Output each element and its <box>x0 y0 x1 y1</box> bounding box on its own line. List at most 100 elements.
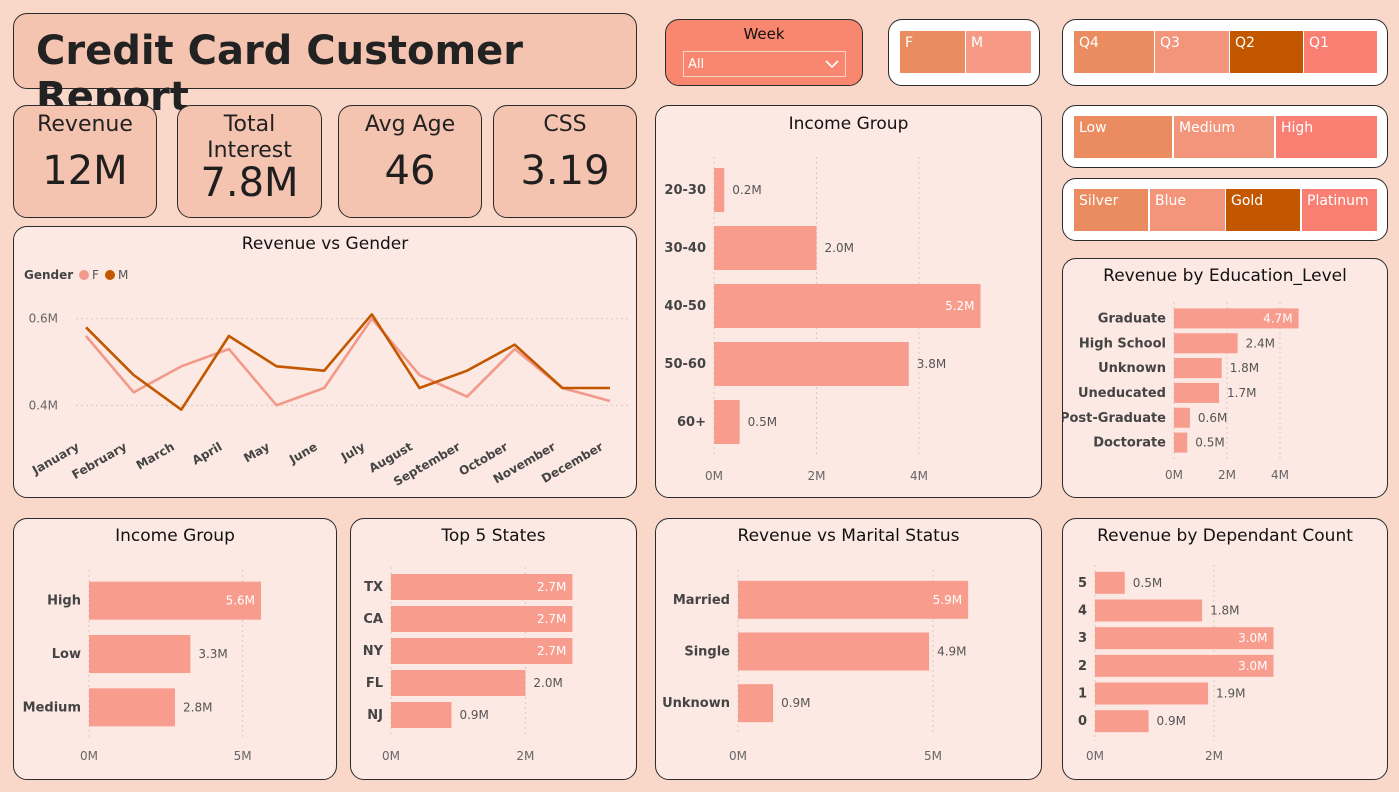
x-tick-label: July <box>338 439 368 464</box>
x-tick-label: 2M <box>1218 468 1236 482</box>
category-label: CA <box>363 612 383 627</box>
x-tick-label: 5M <box>924 749 942 763</box>
top-states-chart: Top 5 States 0M 2M TX 2.7M CA 2.7M NY 2.7M FL 2.0… <box>350 518 637 780</box>
bar <box>714 400 740 444</box>
bar <box>1174 358 1222 379</box>
card-chip-blue[interactable]: Blue <box>1150 189 1225 231</box>
legend-label-f: F <box>92 268 99 282</box>
marital-status-chart: Revenue vs Marital Status 0M 5M Married 5.9… <box>655 518 1042 780</box>
data-label: 1.7M <box>1227 386 1256 400</box>
category-label: 60+ <box>677 415 706 430</box>
category-label: 40-50 <box>664 299 706 314</box>
x-tick-label: 2M <box>808 469 826 483</box>
gender-chip-m[interactable]: M <box>966 31 1031 73</box>
kpi-value: 7.8M <box>200 160 299 206</box>
quarter-chip-q2[interactable]: Q2 <box>1230 31 1303 73</box>
quarter-chip-q4[interactable]: Q4 <box>1074 31 1154 73</box>
data-label: 3.0M <box>1238 659 1267 673</box>
bar <box>1095 710 1149 733</box>
income-chip-medium[interactable]: Medium <box>1174 116 1274 158</box>
week-dropdown-value: All <box>688 57 705 72</box>
bar <box>714 226 817 270</box>
education-level-plot: 0M 2M 4M Graduate 4.7M High School 2.4M Unknown… <box>1063 302 1299 482</box>
data-label: 2.0M <box>825 241 854 255</box>
revenue-vs-gender-plot: Gender F M0.4M0.6MJanuaryFebruary March Apri… <box>24 268 628 489</box>
category-label: Married <box>673 593 730 608</box>
bar <box>391 702 452 728</box>
x-tick-label: 0M <box>80 749 98 763</box>
card-category-slicer: Silver Blue Gold Platinum <box>1062 178 1388 241</box>
bar <box>89 635 191 673</box>
y-tick-label: 0.4M <box>29 398 58 412</box>
data-label: 4.7M <box>1263 311 1292 325</box>
x-tick-label: 0M <box>1086 749 1104 763</box>
x-tick-label: June <box>286 439 320 466</box>
bar <box>738 684 774 723</box>
data-label: 0.5M <box>1133 576 1162 590</box>
card-chip-platinum[interactable]: Platinum <box>1302 189 1377 231</box>
kpi-label: Total Interest <box>207 112 292 163</box>
data-label: 4.9M <box>937 645 966 659</box>
category-label: Graduate <box>1098 311 1166 326</box>
kpi-value: 46 <box>384 148 436 194</box>
data-label: 2.7M <box>537 612 566 626</box>
kpi-revenue: Revenue 12M <box>13 105 157 218</box>
data-label: 5.9M <box>933 593 962 607</box>
bar <box>714 168 725 212</box>
legend-marker-m <box>105 270 115 280</box>
income-group-plot: 0M 2M 4M 20-30 0.2M 30-40 2.0M 40-50 5.2M 50-60 3.… <box>664 157 981 483</box>
category-label: Doctorate <box>1093 436 1166 451</box>
kpi-css: CSS 3.19 <box>493 105 637 218</box>
bar <box>89 688 175 727</box>
kpi-avg-age: Avg Age 46 <box>338 105 482 218</box>
bar <box>1174 407 1190 428</box>
bar <box>1095 682 1209 705</box>
card-chip-silver[interactable]: Silver <box>1074 189 1148 231</box>
x-tick-label: 2M <box>1205 749 1223 763</box>
week-dropdown[interactable]: All <box>683 51 846 77</box>
kpi-total-interest: Total Interest 7.8M <box>177 105 322 218</box>
data-label: 2.8M <box>183 700 212 714</box>
gender-slicer: F M <box>888 19 1040 86</box>
week-filter[interactable]: Week All <box>665 19 863 86</box>
kpi-label: Revenue <box>37 112 133 137</box>
category-label: NJ <box>367 708 383 723</box>
category-label: High <box>47 594 81 609</box>
data-label: 5.6M <box>226 594 255 608</box>
report-title-panel: Credit Card Customer Report <box>13 13 637 120</box>
dependant-count-plot: 0M 2M 5 0.5M 4 1.8M 3 3.0M 2 3.0M 1 1.9M 0 0.9M <box>1078 565 1274 763</box>
category-label: Low <box>52 647 81 662</box>
quarter-chip-q3[interactable]: Q3 <box>1155 31 1229 73</box>
kpi-label: CSS <box>543 112 587 137</box>
category-label: Unknown <box>662 696 730 711</box>
income-chip-high[interactable]: High <box>1276 116 1377 158</box>
gender-chip-f[interactable]: F <box>900 31 965 73</box>
category-label: Single <box>684 645 730 660</box>
data-label: 0.5M <box>1195 436 1224 450</box>
legend-label-m: M <box>118 268 128 282</box>
category-label: 20-30 <box>664 183 706 198</box>
bar <box>738 632 930 671</box>
marital-status-plot: 0M 5M Married 5.9M Single 4.9M Unknown 0.9M <box>662 570 969 763</box>
revenue-vs-gender-chart: Revenue vs Gender Gender F M 0.4M 0.6M Januar… <box>13 226 637 498</box>
kpi-label: Avg Age <box>364 112 456 137</box>
quarter-chip-q1[interactable]: Q1 <box>1304 31 1377 73</box>
x-tick-label: February <box>70 439 130 482</box>
category-label: FL <box>366 676 383 691</box>
kpi-value: 3.19 <box>520 148 610 194</box>
income-group-chart-top: Income Group 0M 2M 4M 20-30 0.2M 30-40 2.0M 40-… <box>655 105 1042 498</box>
category-label: 4 <box>1078 604 1087 619</box>
data-label: 0.2M <box>732 183 761 197</box>
bar <box>1095 599 1203 622</box>
data-label: 0.9M <box>459 708 488 722</box>
bar <box>391 670 526 696</box>
category-label: 1 <box>1078 687 1087 702</box>
x-tick-label: 4M <box>1271 468 1289 482</box>
bar <box>714 284 981 328</box>
data-label: 2.0M <box>533 676 562 690</box>
x-tick-label: 0M <box>729 749 747 763</box>
income-group-chart-bottom: Income Group 0M 5M High 5.6M Low 3.3M Medium 2.… <box>13 518 337 780</box>
card-chip-gold[interactable]: Gold <box>1226 189 1300 231</box>
income-chip-low[interactable]: Low <box>1074 116 1172 158</box>
x-tick-label: 5M <box>234 749 252 763</box>
